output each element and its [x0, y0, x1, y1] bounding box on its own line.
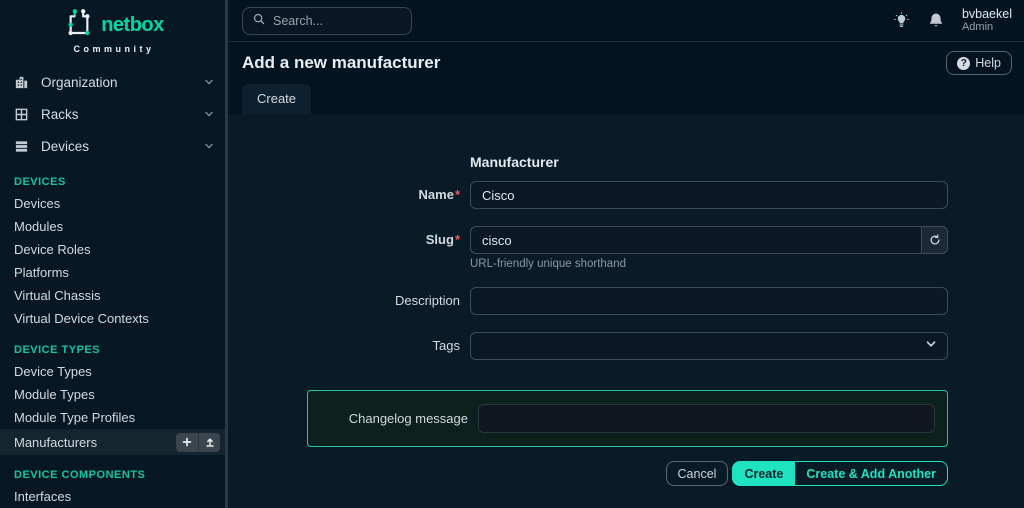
sidebar-item-module-type-profiles[interactable]: Module Type Profiles	[0, 406, 228, 429]
slug-field-row: Slug* URL-friendly unique shorthand	[228, 226, 948, 270]
notifications-bell-icon[interactable]	[928, 12, 944, 29]
tags-select[interactable]	[470, 332, 948, 360]
brand-subtitle: Community	[0, 44, 228, 54]
changelog-field[interactable]	[478, 404, 935, 433]
create-button[interactable]: Create	[732, 461, 795, 486]
name-field[interactable]	[470, 181, 948, 209]
chevron-down-icon	[204, 109, 214, 119]
sidebar-section-devices: DEVICES Devices Modules Device Roles Pla…	[0, 171, 228, 330]
section-title: DEVICE COMPONENTS	[0, 464, 228, 485]
required-asterisk: *	[455, 187, 460, 202]
tab-bar: Create	[242, 84, 311, 114]
user-name: bvbaekel	[962, 7, 1012, 21]
main-area: bvbaekel Admin Add a new manufacturer ? …	[228, 0, 1024, 508]
brand-name: netbox	[101, 14, 164, 37]
sidebar-item-virtual-chassis[interactable]: Virtual Chassis	[0, 284, 228, 307]
changelog-panel: Changelog message	[307, 390, 948, 447]
description-field[interactable]	[470, 287, 948, 315]
sidebar-item-label: Devices	[41, 139, 89, 154]
theme-toggle-bulb-icon[interactable]	[893, 12, 910, 29]
page-header: Add a new manufacturer ? Help Create	[228, 42, 1024, 114]
search-input[interactable]	[273, 14, 383, 28]
sidebar-item-module-types[interactable]: Module Types	[0, 383, 228, 406]
chevron-down-icon	[204, 77, 214, 87]
cancel-button[interactable]: Cancel	[666, 461, 729, 486]
section-title: DEVICES	[0, 171, 228, 192]
global-search[interactable]	[242, 7, 412, 35]
sidebar-item-manufacturers[interactable]: Manufacturers	[0, 429, 228, 455]
help-button[interactable]: ? Help	[946, 51, 1012, 75]
form-section-title: Manufacturer	[470, 154, 948, 170]
manufacturers-actions	[176, 433, 220, 452]
building-icon	[14, 75, 29, 90]
name-label: Name*	[228, 181, 460, 202]
sidebar-item-label: Organization	[41, 75, 118, 90]
description-field-row: Description	[228, 287, 948, 315]
sidebar-item-interfaces[interactable]: Interfaces	[0, 485, 228, 508]
sidebar-item-virtual-device-contexts[interactable]: Virtual Device Contexts	[0, 307, 228, 330]
brand[interactable]: netbox Community	[0, 0, 228, 58]
import-manufacturers-button[interactable]	[198, 433, 220, 452]
sidebar: netbox Community Organization Racks	[0, 0, 228, 508]
slug-label: Slug*	[228, 226, 460, 247]
sidebar-item-device-types[interactable]: Device Types	[0, 360, 228, 383]
regenerate-slug-button[interactable]	[921, 226, 948, 254]
sidebar-item-racks[interactable]: Racks	[0, 98, 228, 130]
server-stack-icon	[14, 139, 29, 154]
sidebar-item-device-roles[interactable]: Device Roles	[0, 238, 228, 261]
chevron-down-icon	[925, 337, 937, 355]
tags-field-row: Tags	[228, 332, 948, 360]
tags-label: Tags	[228, 332, 460, 353]
page-title: Add a new manufacturer	[242, 53, 440, 73]
sidebar-item-devices[interactable]: Devices	[0, 130, 228, 162]
sidebar-menu: Organization Racks Devices	[0, 58, 228, 162]
search-icon	[253, 12, 265, 30]
app-window: netbox Community Organization Racks	[0, 0, 1024, 508]
form-buttons: Cancel Create Create & Add Another	[228, 461, 948, 486]
slug-field[interactable]	[470, 226, 921, 254]
sidebar-item-platforms[interactable]: Platforms	[0, 261, 228, 284]
netbox-logo-icon	[64, 8, 94, 43]
create-and-add-another-button[interactable]: Create & Add Another	[795, 461, 948, 486]
name-field-row: Name*	[228, 181, 948, 209]
sidebar-item-label: Racks	[41, 107, 79, 122]
add-manufacturer-button[interactable]	[176, 433, 198, 452]
sidebar-item-label: Manufacturers	[14, 431, 97, 454]
changelog-label: Changelog message	[321, 411, 468, 426]
sidebar-item-modules[interactable]: Modules	[0, 215, 228, 238]
sidebar-item-devices-link[interactable]: Devices	[0, 192, 228, 215]
sidebar-section-device-types: DEVICE TYPES Device Types Module Types M…	[0, 339, 228, 455]
description-label: Description	[228, 287, 460, 308]
chevron-down-icon	[204, 141, 214, 151]
slug-help-text: URL-friendly unique shorthand	[470, 258, 948, 270]
form-content: Manufacturer Name* Slug*	[228, 114, 1024, 508]
section-title: DEVICE TYPES	[0, 339, 228, 360]
rack-icon	[14, 107, 29, 122]
sidebar-section-device-components: DEVICE COMPONENTS Interfaces Front Ports	[0, 464, 228, 508]
sidebar-item-organization[interactable]: Organization	[0, 66, 228, 98]
help-button-label: Help	[975, 56, 1001, 70]
topbar: bvbaekel Admin	[228, 0, 1024, 42]
user-menu[interactable]: bvbaekel Admin	[962, 7, 1012, 34]
help-question-icon: ?	[957, 57, 970, 70]
required-asterisk: *	[455, 232, 460, 247]
user-role: Admin	[962, 21, 1012, 34]
tab-create[interactable]: Create	[242, 84, 311, 114]
